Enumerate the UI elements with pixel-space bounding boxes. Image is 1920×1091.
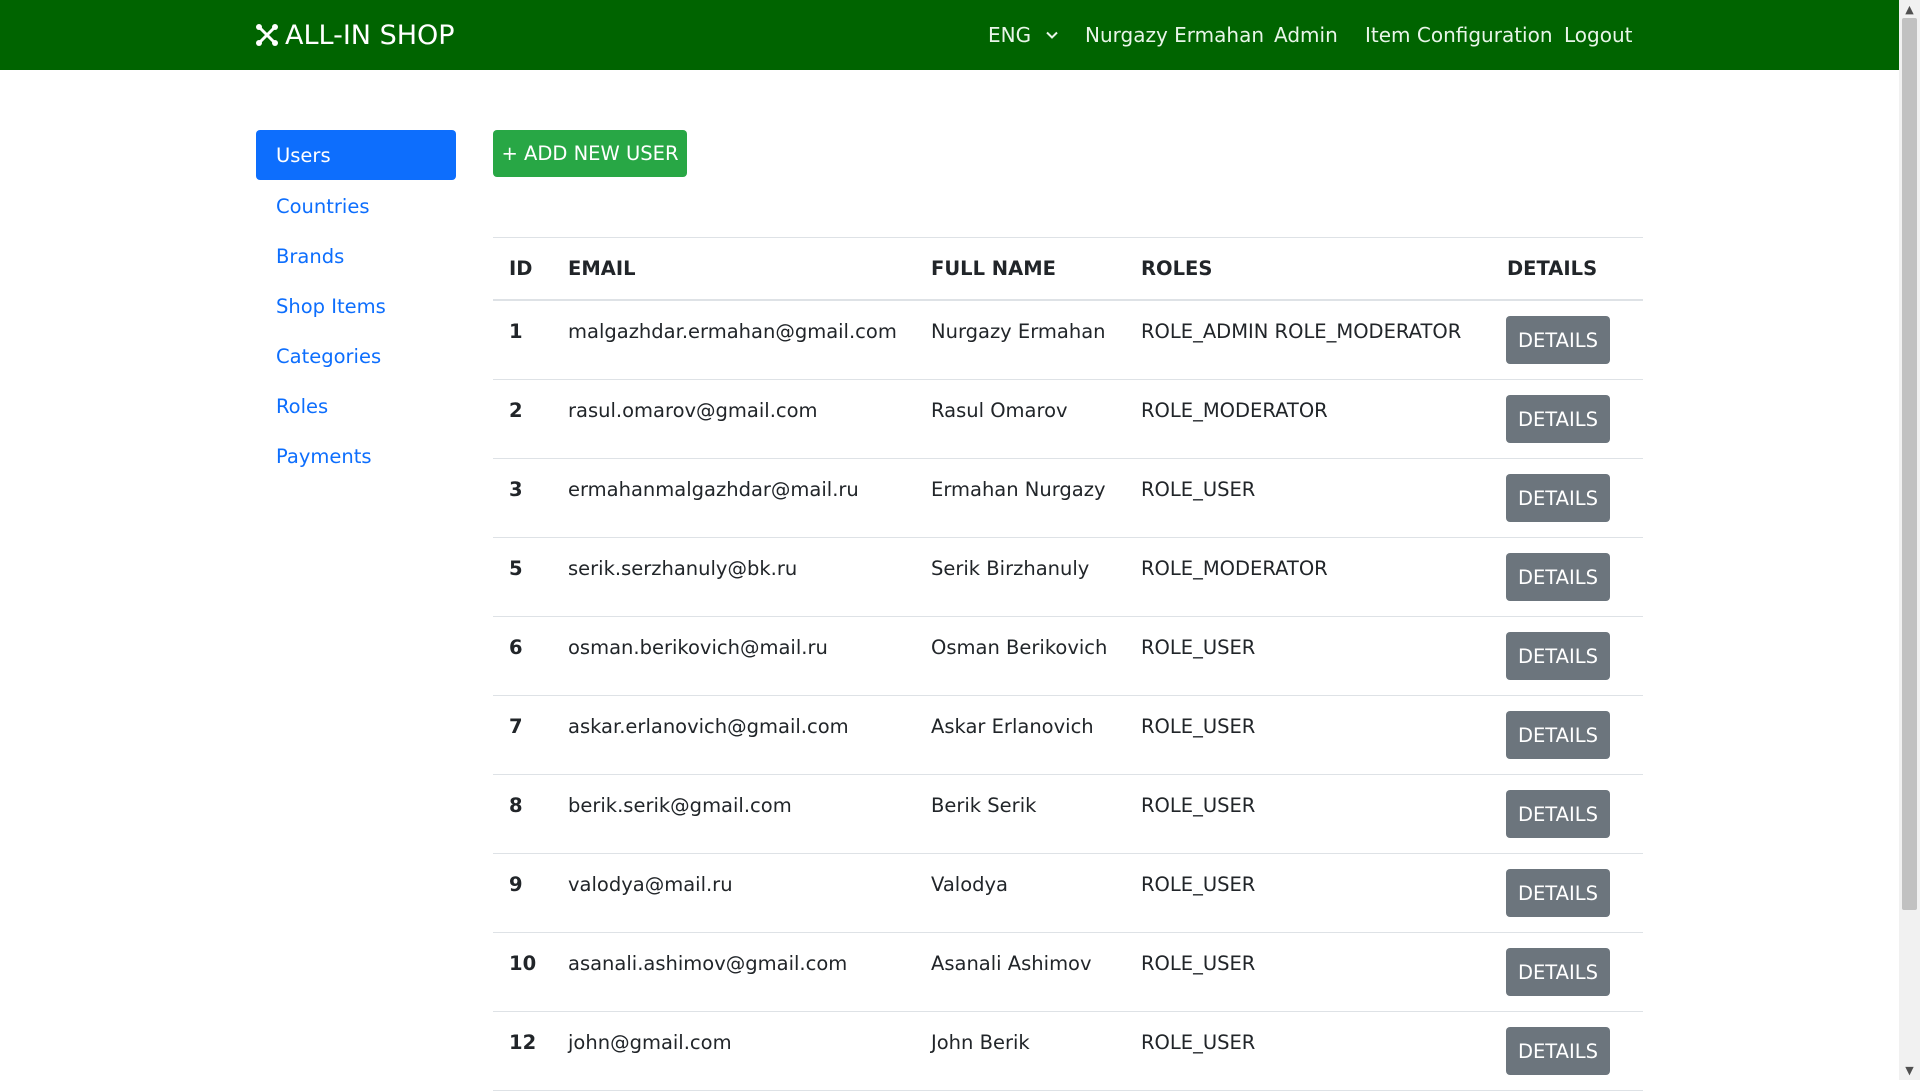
sidebar-item-label: Roles [276,394,329,418]
language-dropdown[interactable]: ENG [988,0,1059,70]
column-header-roles: ROLES [1141,257,1213,280]
details-button[interactable]: DETAILS [1506,1027,1610,1075]
scrollbar-thumb[interactable] [1902,18,1917,910]
full-name-cell: Serik Birzhanuly [931,557,1090,580]
scroll-down-arrow-icon[interactable]: ▼ [1903,1064,1916,1077]
id-cell: 6 [509,636,523,659]
table-row: 1 malgazhdar.ermahan@gmail.com Nurgazy Erm… [493,301,1643,380]
full-name-cell: John Berik [931,1031,1030,1054]
roles-cell: ROLE_USER [1141,952,1256,975]
roles-cell: ROLE_USER [1141,636,1256,659]
table-row: 2 rasul.omarov@gmail.com Rasul Omarov ROLE_… [493,380,1643,459]
sidebar-item-countries[interactable]: Countries [256,181,456,231]
full-name-cell: Valodya [931,873,1008,896]
table-row: 3 ermahanmalgazhdar@mail.ru Ermahan Nurgaz… [493,459,1643,538]
email-cell: malgazhdar.ermahan@gmail.com [568,320,897,343]
details-button[interactable]: DETAILS [1506,632,1610,680]
id-cell: 12 [509,1031,537,1054]
id-cell: 1 [509,320,523,343]
sidebar-item-payments[interactable]: Payments [256,431,456,481]
full-name-cell: Rasul Omarov [931,399,1068,422]
details-button[interactable]: DETAILS [1506,711,1610,759]
roles-cell: ROLE_USER [1141,1031,1256,1054]
sidebar-item-label: Countries [276,194,370,218]
table-header: ID EMAIL FULL NAME ROLES DETAILS [493,238,1643,301]
full-name-cell: Ermahan Nurgazy [931,478,1106,501]
sidebar-item-roles[interactable]: Roles [256,381,456,431]
roles-cell: ROLE_MODERATOR [1141,399,1328,422]
sidebar-item-shop-items[interactable]: Shop Items [256,281,456,331]
email-cell: rasul.omarov@gmail.com [568,399,818,422]
brand-link[interactable]: ALL-IN SHOP [255,0,455,70]
id-cell: 8 [509,794,523,817]
full-name-cell: Askar Erlanovich [931,715,1094,738]
table-row: 5 serik.serzhanuly@bk.ru Serik Birzhanuly R… [493,538,1643,617]
sidebar-item-brands[interactable]: Brands [256,231,456,281]
details-button[interactable]: DETAILS [1506,948,1610,996]
table-row: 9 valodya@mail.ru Valodya ROLE_USER DETAILS [493,854,1643,933]
joomla-like-logo-icon [256,24,278,46]
roles-cell: ROLE_USER [1141,715,1256,738]
chevron-down-icon [1046,31,1058,39]
id-cell: 2 [509,399,523,422]
table-row: 10 asanali.ashimov@gmail.com Asanali Ashim… [493,933,1643,1012]
nav-logout[interactable]: Logout [1564,0,1632,70]
email-cell: berik.serik@gmail.com [568,794,792,817]
details-button[interactable]: DETAILS [1506,316,1610,364]
users-table: ID EMAIL FULL NAME ROLES DETAILS 1 malgaz… [493,237,1643,1091]
table-row: 12 john@gmail.com John Berik ROLE_USER DETAI… [493,1012,1643,1091]
nav-admin[interactable]: Admin [1274,0,1338,70]
sidebar-item-label: Shop Items [276,294,386,318]
add-new-user-button[interactable]: + ADD NEW USER [493,130,687,177]
top-navbar: ALL-IN SHOP ENG Nurgazy Ermahan Admin It… [0,0,1899,70]
roles-cell: ROLE_USER [1141,478,1256,501]
email-cell: john@gmail.com [568,1031,732,1054]
column-header-details: DETAILS [1507,257,1598,280]
sidebar-item-categories[interactable]: Categories [256,331,456,381]
full-name-cell: Berik Serik [931,794,1037,817]
sidebar-item-label: Payments [276,444,372,468]
email-cell: valodya@mail.ru [568,873,733,896]
column-header-id: ID [509,257,533,280]
id-cell: 5 [509,557,523,580]
email-cell: askar.erlanovich@gmail.com [568,715,849,738]
roles-cell: ROLE_MODERATOR [1141,557,1328,580]
sidebar-item-label: Brands [276,244,345,268]
roles-cell: ROLE_USER [1141,794,1256,817]
nav-item-configuration[interactable]: Item Configuration [1365,0,1553,70]
column-header-full-name: FULL NAME [931,257,1056,280]
details-button[interactable]: DETAILS [1506,869,1610,917]
details-button[interactable]: DETAILS [1506,395,1610,443]
email-cell: ermahanmalgazhdar@mail.ru [568,478,859,501]
roles-cell: ROLE_ADMIN ROLE_MODERATOR [1141,320,1462,343]
table-row: 7 askar.erlanovich@gmail.com Askar Erlanov… [493,696,1643,775]
language-label: ENG [988,23,1032,47]
details-button[interactable]: DETAILS [1506,474,1610,522]
sidebar-item-label: Users [276,143,331,167]
email-cell: serik.serzhanuly@bk.ru [568,557,798,580]
sidebar-item-label: Categories [276,344,382,368]
table-body: 1 malgazhdar.ermahan@gmail.com Nurgazy Erm… [493,301,1643,1091]
details-button[interactable]: DETAILS [1506,790,1610,838]
brand-label: ALL-IN SHOP [285,19,455,51]
id-cell: 10 [509,952,537,975]
column-header-email: EMAIL [568,257,636,280]
details-button[interactable]: DETAILS [1506,553,1610,601]
sidebar-item-users[interactable]: Users [256,130,456,180]
full-name-cell: Osman Berikovich [931,636,1108,659]
full-name-cell: Asanali Ashimov [931,952,1092,975]
full-name-cell: Nurgazy Ermahan [931,320,1106,343]
id-cell: 9 [509,873,523,896]
nav-user-name[interactable]: Nurgazy Ermahan [1085,0,1264,70]
roles-cell: ROLE_USER [1141,873,1256,896]
table-row: 8 berik.serik@gmail.com Berik Serik ROLE_US… [493,775,1643,854]
email-cell: asanali.ashimov@gmail.com [568,952,848,975]
email-cell: osman.berikovich@mail.ru [568,636,828,659]
id-cell: 3 [509,478,523,501]
table-row: 6 osman.berikovich@mail.ru Osman Berikovic… [493,617,1643,696]
id-cell: 7 [509,715,523,738]
scroll-up-arrow-icon[interactable]: ▲ [1903,3,1916,16]
